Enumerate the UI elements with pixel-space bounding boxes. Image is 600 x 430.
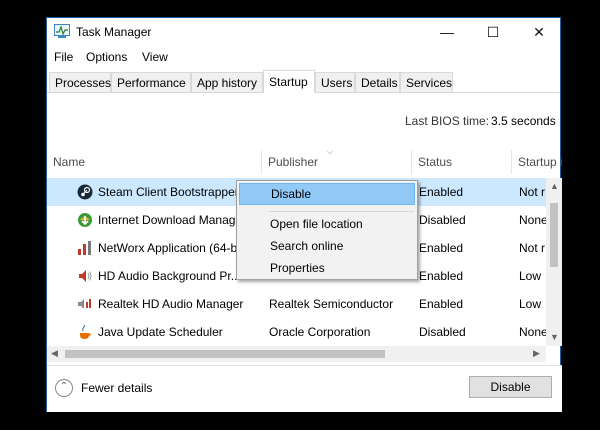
scroll-up-icon[interactable]: ▲ xyxy=(550,181,559,191)
steam-icon xyxy=(77,184,93,200)
sort-chevron-icon: ⌵ xyxy=(327,147,334,156)
row-name: Java Update Scheduler xyxy=(98,325,223,339)
bios-time-value: 3.5 seconds xyxy=(491,114,556,128)
row-status: Disabled xyxy=(419,325,466,339)
context-menu: Disable Open file location Search online… xyxy=(236,180,418,280)
fewer-details-link[interactable]: Fewer details xyxy=(81,381,152,395)
window-title: Task Manager xyxy=(76,25,152,39)
realtek-icon xyxy=(78,299,91,309)
idm-icon xyxy=(78,213,92,227)
row-status: Enabled xyxy=(419,185,464,199)
scroll-left-icon[interactable]: ◀ xyxy=(51,348,58,359)
column-status[interactable]: Status xyxy=(411,150,511,174)
networx-icon xyxy=(78,241,91,255)
row-publisher: Realtek Semiconductor xyxy=(269,297,394,311)
menu-bar: File Options View xyxy=(47,48,560,68)
row-impact: Low xyxy=(519,297,542,311)
footer-bar: ⌃ Fewer details Disable xyxy=(47,365,562,412)
context-menu-properties[interactable]: Properties xyxy=(239,257,415,279)
menu-options[interactable]: Options xyxy=(86,50,127,64)
tab-processes[interactable]: Processes xyxy=(49,72,111,92)
horizontal-scrollbar[interactable]: ◀ ▶ xyxy=(47,346,546,362)
row-impact: None xyxy=(519,213,546,227)
row-status: Enabled xyxy=(419,269,464,283)
title-bar[interactable]: Task Manager — ☐ ✕ xyxy=(47,18,560,46)
tab-services[interactable]: Services xyxy=(400,72,453,92)
chevron-up-icon[interactable]: ⌃ xyxy=(55,379,73,397)
row-publisher: Oracle Corporation xyxy=(269,325,371,339)
tab-app-history[interactable]: App history xyxy=(191,72,263,92)
row-impact: Low xyxy=(519,269,542,283)
row-impact: None xyxy=(519,325,546,339)
speaker-icon xyxy=(79,270,92,282)
minimize-button[interactable]: — xyxy=(424,18,470,46)
horizontal-scroll-thumb[interactable] xyxy=(65,350,385,358)
row-impact: Not r xyxy=(519,185,546,199)
column-name[interactable]: Name xyxy=(47,150,261,174)
vertical-scrollbar[interactable]: ▲ ▼ xyxy=(546,178,562,346)
tab-strip: Processes Performance App history Startu… xyxy=(47,70,560,93)
context-menu-separator xyxy=(269,211,414,212)
maximize-button[interactable]: ☐ xyxy=(470,18,516,46)
column-startup-impact[interactable]: Startup i xyxy=(511,150,562,174)
scroll-right-icon[interactable]: ▶ xyxy=(533,348,540,359)
context-menu-search-online[interactable]: Search online xyxy=(239,235,415,257)
java-icon xyxy=(80,324,91,339)
menu-view[interactable]: View xyxy=(142,50,168,64)
table-row[interactable]: Java Update Scheduler Oracle Corporation… xyxy=(47,318,546,346)
close-button[interactable]: ✕ xyxy=(516,18,562,46)
column-header: Name Publisher ⌵ Status Startup i xyxy=(47,147,562,174)
context-menu-disable[interactable]: Disable xyxy=(239,183,415,205)
column-publisher[interactable]: Publisher xyxy=(261,150,411,174)
row-impact: Not r xyxy=(519,241,546,255)
row-name: Realtek HD Audio Manager xyxy=(98,297,244,311)
row-status: Enabled xyxy=(419,241,464,255)
row-status: Disabled xyxy=(419,213,466,227)
disable-button[interactable]: Disable xyxy=(469,376,552,398)
context-menu-open-file-location[interactable]: Open file location xyxy=(239,213,415,235)
tab-details[interactable]: Details xyxy=(355,72,400,92)
vertical-scroll-thumb[interactable] xyxy=(550,203,558,267)
task-manager-app-icon xyxy=(54,24,70,38)
scroll-down-icon[interactable]: ▼ xyxy=(550,332,559,342)
table-row[interactable]: Realtek HD Audio Manager Realtek Semicon… xyxy=(47,290,546,318)
tab-startup[interactable]: Startup xyxy=(263,70,315,93)
bios-time-label: Last BIOS time: xyxy=(405,114,490,128)
tab-performance[interactable]: Performance xyxy=(111,72,191,92)
row-status: Enabled xyxy=(419,297,464,311)
tab-users[interactable]: Users xyxy=(315,72,355,92)
menu-file[interactable]: File xyxy=(54,50,73,64)
